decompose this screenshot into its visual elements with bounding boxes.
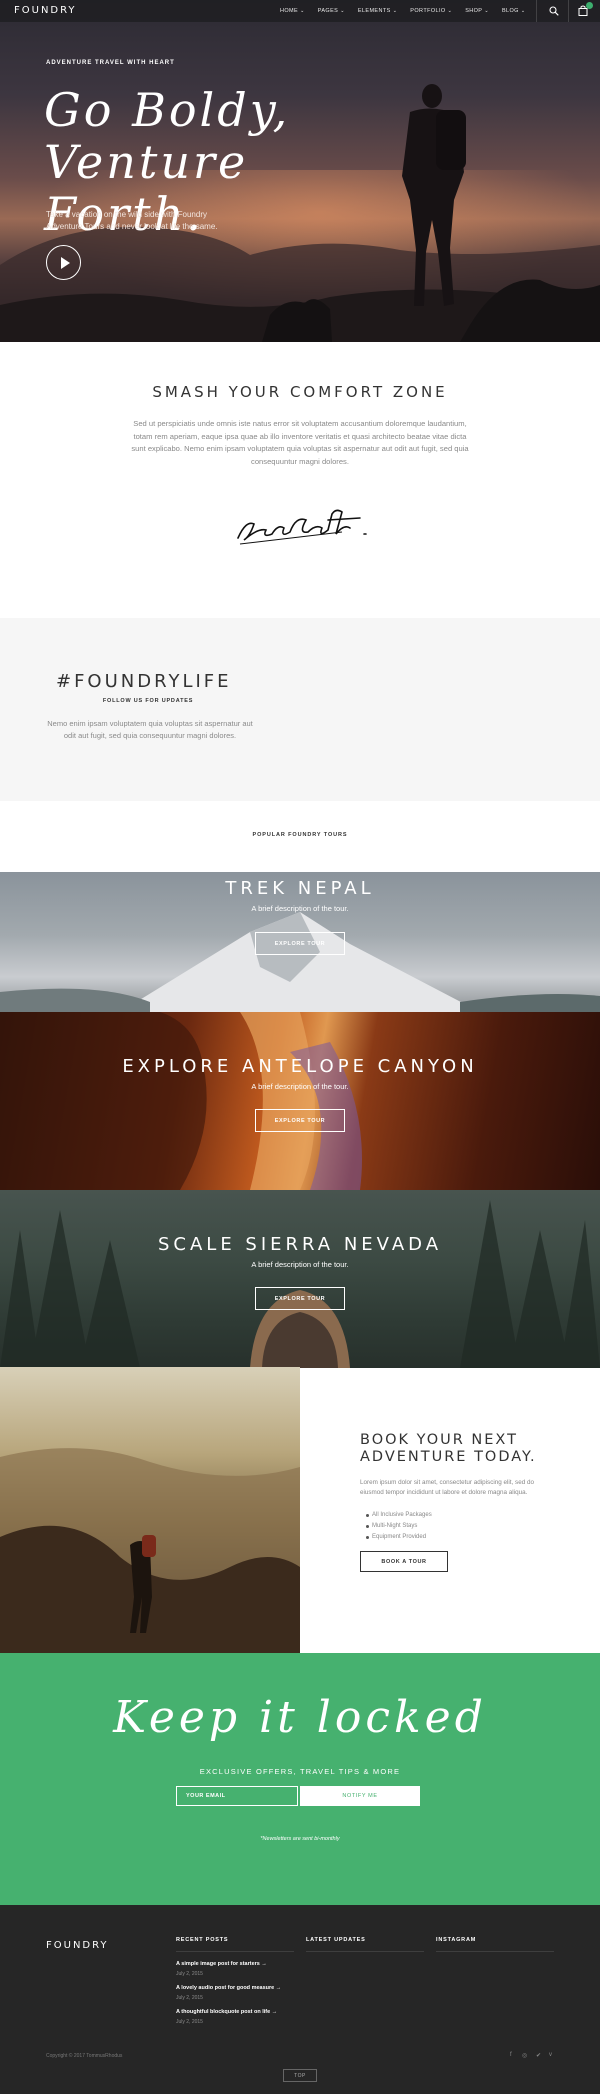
nav-item-portfolio[interactable]: PORTFOLIO ⌄ [410,8,452,14]
divider [436,1951,554,1952]
instagram-icon[interactable]: ◎ [522,2052,527,2059]
nav-divider [568,0,569,22]
book-tour-button[interactable]: BOOK A TOUR [360,1551,448,1572]
explore-tour-button[interactable]: EXPLORE TOUR [255,1109,345,1132]
canyon-image [0,1012,362,1190]
main-menu: HOME ⌄ PAGES ⌄ ELEMENTS ⌄ PORTFOLIO ⌄ SHOP ⌄ … [280,0,525,22]
tour-title: SCALE SIERRA NEVADA [157,1234,443,1255]
hero-subtitle: Take a vacation on the wild side with Fo… [46,210,218,231]
post-date: July 2, 2015 [176,1995,203,2001]
book-body: Lorem ipsum dolor sit amet, consectetur … [360,1479,534,1496]
newsletter-title: Keep it locked [113,1692,487,1743]
divider [306,1951,424,1952]
cart-count-badge [586,2,593,9]
chevron-down-icon: ⌄ [300,8,305,14]
email-field[interactable] [176,1786,298,1806]
post-date: July 2, 2015 [176,2019,203,2025]
section-body: Sed ut perspiciatis unde omnis iste natu… [131,419,469,466]
play-icon [61,257,70,269]
play-video-button[interactable] [46,245,81,280]
tour-desc: A brief description of the tour. [251,904,349,913]
footer-post-link[interactable]: A simple image post for starters → [176,1961,267,1967]
book-hiker-image [0,1367,300,1653]
chevron-down-icon: ⌄ [392,8,398,14]
tour-card-antelope-canyon[interactable]: EXPLORE ANTELOPE CANYON A brief descript… [0,1012,600,1190]
chevron-down-icon: ⌄ [340,8,345,14]
book-title: BOOK YOUR NEXT ADVENTURE TODAY. [360,1432,537,1465]
arrow-right-icon: → [261,1961,267,1967]
explore-tour-button[interactable]: EXPLORE TOUR [255,932,345,955]
arrow-right-icon: → [271,2009,278,2015]
chevron-down-icon: ⌄ [520,8,526,14]
nav-item-home[interactable]: HOME ⌄ [280,8,305,14]
footer-col-latest-updates: LATEST UPDATES [306,1937,366,1943]
footer-post-link[interactable]: A thoughtful blockquote post on life → [176,2009,277,2015]
facebook-icon[interactable]: f [510,2052,512,2058]
footer-col-recent-posts: RECENT POSTS [176,1937,229,1943]
signature-image [237,509,367,545]
nav-item-elements[interactable]: ELEMENTS ⌄ [358,8,397,14]
nav-item-pages[interactable]: PAGES ⌄ [318,8,345,14]
tour-card-nepal[interactable]: TREK NEPAL A brief description of the to… [0,872,600,1012]
tour-title: TREK NEPAL [225,878,375,899]
book-features-list: All Inclusive Packages Multi-Night Stays… [366,1510,432,1543]
footer [0,1905,600,2094]
foundrylife-follow-label: FOLLOW US FOR UPDATES [102,698,194,704]
newsletter-note: *Newsletters are sent bi-monthly [260,1836,340,1842]
nav-item-shop[interactable]: SHOP ⌄ [465,8,489,14]
nav-item-blog[interactable]: BLOG ⌄ [502,8,525,14]
chevron-down-icon: ⌄ [447,8,453,14]
notify-me-button[interactable]: NOTIFY ME [300,1786,420,1806]
section-title: SMASH YOUR COMFORT ZONE [152,383,448,401]
newsletter-section [0,1653,600,1905]
newsletter-subtitle: EXCLUSIVE OFFERS, TRAVEL TIPS & MORE [199,1767,401,1776]
twitter-icon[interactable]: ✔ [536,2052,541,2059]
foundrylife-body: Nemo enim ipsam voluptatem quia voluptas… [47,719,253,740]
nav-divider [536,0,537,22]
list-item: All Inclusive Packages [366,1510,432,1521]
back-to-top-button[interactable]: TOP [283,2069,317,2082]
explore-tour-button[interactable]: EXPLORE TOUR [255,1287,345,1310]
footer-brand[interactable]: FOUNDRY [46,1940,109,1951]
foundrylife-section [0,618,600,801]
tours-heading: POPULAR FOUNDRY TOURS [252,832,348,838]
footer-post-link[interactable]: A lovely audio post for good measure → [176,1985,281,1991]
list-item: Equipment Provided [366,1532,432,1543]
vimeo-icon[interactable]: v [549,2052,552,2058]
forest-image [0,1200,600,1368]
arrow-right-icon: → [275,1985,282,1991]
tour-title: EXPLORE ANTELOPE CANYON [122,1056,478,1077]
tour-desc: A brief description of the tour. [251,1260,349,1269]
tour-desc: A brief description of the tour. [251,1082,349,1091]
divider [176,1951,294,1952]
list-item: Multi-Night Stays [366,1521,432,1532]
foundrylife-title: #FOUNDRYLIFE [56,671,232,692]
search-icon[interactable] [549,6,559,16]
footer-col-instagram: INSTAGRAM [436,1937,477,1943]
hero-kicker: ADVENTURE TRAVEL WITH HEART [46,60,175,66]
tour-card-sierra-nevada[interactable]: SCALE SIERRA NEVADA A brief description … [0,1190,600,1368]
top-navbar: FOUNDRY HOME ⌄ PAGES ⌄ ELEMENTS ⌄ PORTFOLIO… [0,0,600,22]
hiker-silhouette [402,84,466,306]
copyright-text: Copyright © 2017 TommusRhodus [46,2053,123,2059]
brand-logo[interactable]: FOUNDRY [14,5,77,16]
post-date: July 2, 2015 [176,1971,203,1977]
chevron-down-icon: ⌄ [484,8,489,14]
